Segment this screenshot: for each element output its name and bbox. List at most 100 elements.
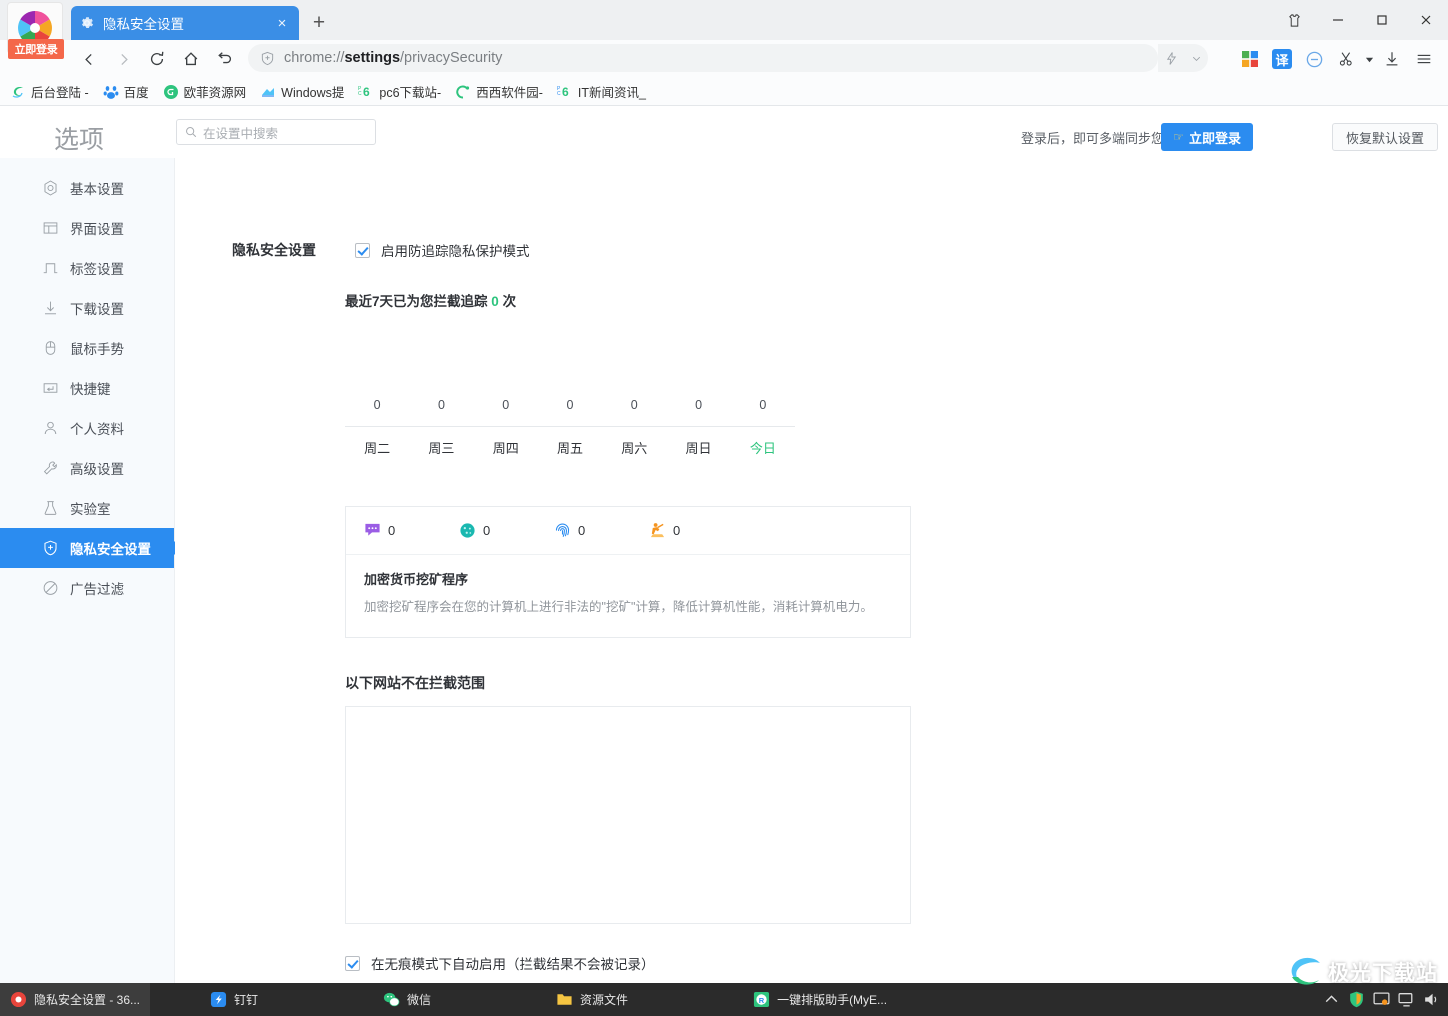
windows-blue-icon — [262, 87, 275, 97]
tab-icon — [43, 263, 58, 274]
taskbar-item-label: 资源文件 — [580, 993, 629, 1007]
enable-protection-row[interactable]: 启用防追踪隐私保护模式 — [355, 240, 530, 260]
bookmark-item[interactable]: 欧菲资源网 — [163, 82, 246, 101]
taskbar-item-wechat[interactable]: 微信 — [373, 983, 441, 1016]
taskbar-item-dingtalk[interactable]: 钉钉 — [200, 983, 268, 1016]
tracker-stat-miner[interactable]: 0 — [649, 522, 729, 539]
pc6-icon: PC 6 — [358, 85, 370, 99]
taskbar-item-label: 微信 — [407, 993, 432, 1007]
omnibox-actions — [1158, 44, 1208, 72]
tracker-stat-social[interactable]: 0 — [364, 522, 444, 539]
close-button[interactable] — [1404, 0, 1448, 40]
forward-icon[interactable] — [106, 44, 140, 74]
pc6-icon: PC 6 — [557, 85, 569, 99]
tracker-stat-value: 0 — [388, 523, 396, 538]
close-icon[interactable]: × — [273, 15, 291, 32]
scissors-dropdown-icon[interactable] — [1362, 44, 1376, 74]
bookmark-item[interactable]: PC6 pc6下载站- — [358, 82, 441, 101]
settings-circle-icon — [44, 180, 57, 196]
sidebar-item-interface-settings[interactable]: 界面设置 — [0, 208, 174, 248]
tracker-stats-row: 0 0 0 0 — [346, 507, 910, 555]
window-controls — [1272, 0, 1448, 40]
sidebar-item-basic-settings[interactable]: 基本设置 — [0, 168, 174, 208]
menu-icon[interactable] — [1408, 44, 1440, 74]
reset-defaults-button[interactable]: 恢复默认设置 — [1332, 123, 1438, 151]
download-arrow-icon — [44, 301, 57, 315]
incognito-auto-enable-checkbox[interactable] — [345, 955, 360, 971]
sidebar-item-label: 广告过滤 — [70, 582, 124, 597]
new-tab-button[interactable]: + — [306, 10, 332, 36]
maximize-button[interactable] — [1360, 0, 1404, 40]
scissors-icon[interactable] — [1330, 44, 1362, 74]
browser-tab-privacy-settings[interactable]: 隐私安全设置 × — [71, 6, 299, 40]
bookmark-item[interactable]: 后台登陆 - — [10, 82, 89, 101]
taskbar-item-typesetting[interactable]: R 一键排版助手(MyE... — [743, 983, 897, 1016]
bookmark-label: pc6下载站- — [379, 86, 442, 100]
green-circle-icon — [163, 84, 178, 99]
site-watermark: 极光下载站 — [1286, 955, 1438, 989]
sidebar-item-label: 实验室 — [70, 502, 111, 517]
home-icon[interactable] — [174, 44, 208, 74]
display-icon[interactable] — [1397, 990, 1416, 1009]
login-now-badge[interactable]: 立即登录 — [8, 39, 64, 59]
folder-icon — [557, 994, 572, 1005]
search-icon — [186, 127, 197, 138]
watermark-logo-icon — [1291, 957, 1320, 985]
cookie-icon — [460, 523, 475, 538]
chart-category: 周三 — [428, 441, 455, 456]
sidebar-item-mouse-gestures[interactable]: 鼠标手势 — [0, 328, 174, 368]
bookmark-label: 后台登陆 - — [31, 86, 89, 100]
browser-logo[interactable]: 立即登录 — [8, 3, 64, 59]
sidebar-item-advanced-settings[interactable]: 高级设置 — [0, 448, 174, 488]
hand-pointer-icon: ☞ — [1173, 130, 1184, 144]
chevron-up-icon[interactable] — [1322, 990, 1341, 1009]
card-description: 加密挖矿程序会在您的计算机上进行非法的"挖矿"计算，降低计算机性能，消耗计算机电… — [364, 600, 873, 614]
svg-text:R: R — [759, 996, 765, 1005]
sidebar-item-shortcuts[interactable]: 快捷键 — [0, 368, 174, 408]
sidebar-item-tab-settings[interactable]: 标签设置 — [0, 248, 174, 288]
whitelist-title: 以下网站不在拦截范围 — [345, 675, 485, 691]
cc-green-icon — [456, 85, 470, 99]
translate-icon[interactable]: 译 — [1266, 44, 1298, 74]
bookmark-item[interactable]: PC6 IT新闻资讯_ — [557, 82, 646, 101]
skin-icon[interactable] — [1272, 0, 1316, 40]
chart-category: 周六 — [621, 441, 648, 456]
chevron-down-icon[interactable] — [1190, 52, 1203, 65]
bookmark-item[interactable]: 西西软件园- — [455, 82, 543, 101]
chart-values: 0 0 0 0 0 0 0 — [345, 398, 795, 412]
chart-value: 0 — [630, 398, 638, 412]
undo-icon[interactable] — [208, 44, 242, 74]
sidebar-item-profile[interactable]: 个人资料 — [0, 408, 174, 448]
tracker-stat-cookie[interactable]: 0 — [459, 522, 539, 539]
login-button[interactable]: ☞ 立即登录 — [1161, 123, 1253, 151]
download-icon[interactable] — [1376, 44, 1408, 74]
sidebar-item-privacy-security[interactable]: 隐私安全设置 — [0, 528, 174, 568]
sidebar-item-ad-filter[interactable]: 广告过滤 — [0, 568, 174, 608]
keyboard-key-icon — [43, 383, 58, 393]
bookmark-item[interactable]: Windows提 — [260, 82, 344, 101]
shield-icon[interactable] — [1347, 990, 1366, 1009]
enable-protection-checkbox[interactable] — [355, 242, 370, 258]
microsoft-squares-icon[interactable] — [1234, 44, 1266, 74]
no-entry-icon — [43, 581, 58, 595]
volume-icon[interactable] — [1422, 990, 1441, 1009]
sidebar-item-download-settings[interactable]: 下载设置 — [0, 288, 174, 328]
bookmark-item[interactable]: 百度 — [103, 82, 149, 101]
taskbar-item-folder[interactable]: 资源文件 — [546, 983, 638, 1016]
back-icon[interactable] — [72, 44, 106, 74]
incognito-auto-enable-row[interactable]: 在无痕模式下自动启用（拦截结果不会被记录） — [345, 953, 655, 973]
svg-text:6: 6 — [562, 85, 569, 99]
whitelist-textarea[interactable] — [345, 706, 911, 924]
sidebar-item-lab[interactable]: 实验室 — [0, 488, 174, 528]
search-input[interactable]: 在设置中搜索 — [176, 119, 376, 145]
monitor-icon[interactable] — [1372, 990, 1391, 1009]
block-icon[interactable] — [1298, 44, 1330, 74]
address-bar[interactable]: chrome://settings/privacySecurity — [248, 44, 1158, 72]
reload-icon[interactable] — [140, 44, 174, 74]
tracker-stat-fingerprint[interactable]: 0 — [554, 522, 634, 539]
taskbar-item-browser[interactable]: 隐私安全设置 - 36... — [0, 983, 151, 1016]
chart-value: 0 — [373, 398, 381, 412]
lightning-icon[interactable] — [1164, 51, 1179, 66]
minimize-button[interactable] — [1316, 0, 1360, 40]
settings-header: 选项 在设置中搜索 登录后，即可多端同步您的设置 ☞ 立即登录 恢复默认设置 — [0, 106, 1448, 158]
